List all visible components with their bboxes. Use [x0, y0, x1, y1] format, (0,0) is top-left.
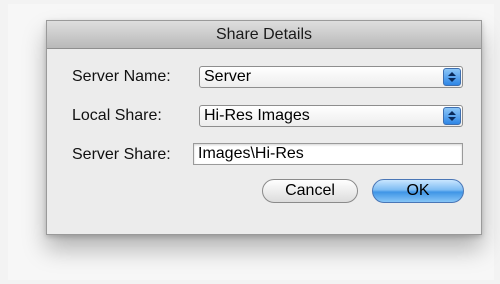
server-name-label: Server Name:	[72, 68, 171, 85]
ok-button[interactable]: OK	[372, 179, 464, 203]
server-share-value: Images\Hi-Res	[198, 145, 304, 162]
share-details-dialog: Share Details Server Name: Server Local …	[46, 20, 482, 235]
local-share-value: Hi-Res Images	[204, 107, 310, 124]
server-name-value: Server	[204, 68, 252, 85]
server-share-field[interactable]: Images\Hi-Res	[193, 143, 463, 165]
local-share-label: Local Share:	[72, 107, 162, 124]
server-share-label: Server Share:	[72, 146, 171, 163]
updown-arrows-icon	[443, 68, 461, 86]
server-name-popup[interactable]: Server	[199, 66, 463, 88]
updown-arrows-icon	[443, 107, 461, 125]
dialog-title: Share Details	[47, 21, 481, 49]
local-share-popup[interactable]: Hi-Res Images	[199, 105, 463, 127]
cancel-button[interactable]: Cancel	[262, 179, 358, 203]
